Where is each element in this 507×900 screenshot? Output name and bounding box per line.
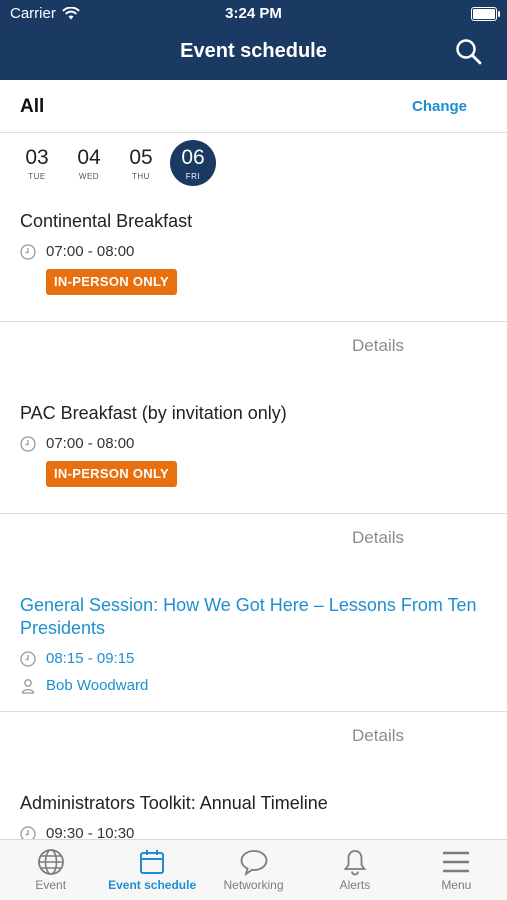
event-time-row: 09:30 - 10:30 (20, 825, 134, 840)
tab-alerts[interactable]: Alerts (304, 840, 405, 900)
event-time: 07:00 - 08:00 (46, 243, 135, 260)
status-bar: Carrier 3:24 PM (0, 5, 507, 25)
tab-event-schedule[interactable]: Event schedule (101, 840, 202, 900)
event-time: 08:15 - 09:15 (46, 650, 135, 667)
event-time-row: 07:00 - 08:00 (20, 435, 134, 452)
day-selector: 03 TUE 04 WED 05 THU 06 FRI (14, 140, 216, 188)
divider (0, 711, 507, 712)
day-number: 05 (129, 146, 153, 169)
tab-event[interactable]: Event (0, 840, 101, 900)
clock-icon (20, 243, 36, 260)
tab-label: Networking (223, 878, 284, 892)
day-tab[interactable]: 04 WED (66, 140, 112, 186)
day-tab[interactable]: 05 THU (118, 140, 164, 186)
globe-icon (37, 849, 64, 875)
event-title: Administrators Toolkit: Annual Timeline (20, 793, 328, 813)
chat-bubble-icon (240, 850, 267, 876)
search-button[interactable] (455, 38, 483, 66)
calendar-icon (140, 850, 165, 874)
speaker-name: Bob Woodward (46, 677, 149, 694)
tab-label: Event (35, 878, 67, 892)
schedule-item[interactable]: PAC Breakfast (by invitation only) 07:00… (0, 392, 507, 514)
status-time: 3:24 PM (225, 5, 282, 22)
battery-icon (471, 7, 500, 21)
clock-icon (20, 650, 36, 667)
bottom-tab-bar: Event Event schedule Networking Alerts M… (0, 839, 507, 900)
tab-label: Alerts (339, 878, 371, 892)
hamburger-menu-icon (443, 851, 470, 873)
event-time-row: 07:00 - 08:00 (20, 243, 134, 260)
day-of-week: WED (78, 172, 100, 181)
details-link[interactable]: Details (352, 726, 404, 746)
filter-label: All (20, 96, 45, 117)
search-icon (456, 39, 482, 65)
tab-networking[interactable]: Networking (203, 840, 304, 900)
in-person-badge: IN-PERSON ONLY (46, 461, 177, 487)
event-title: PAC Breakfast (by invitation only) (20, 403, 287, 423)
clock-icon (20, 435, 36, 452)
day-of-week: FRI (185, 172, 201, 181)
tab-label: Event schedule (108, 878, 197, 892)
event-time: 07:00 - 08:00 (46, 435, 135, 452)
person-icon (21, 678, 35, 694)
schedule-item[interactable]: Continental Breakfast 07:00 - 08:00 IN-P… (0, 200, 507, 322)
event-title: Continental Breakfast (20, 211, 193, 231)
bell-icon (343, 850, 367, 876)
tab-label: Menu (441, 878, 472, 892)
day-of-week: THU (132, 172, 150, 181)
event-time-row: 08:15 - 09:15 (20, 650, 134, 667)
event-title[interactable]: General Session: How We Got Here – Lesso… (20, 594, 495, 640)
filter-bar: All Change (0, 80, 507, 133)
change-filter-button[interactable]: Change (412, 98, 467, 115)
clock-icon (20, 825, 36, 840)
page-title: Event schedule (180, 40, 327, 62)
day-tab[interactable]: 03 TUE (14, 140, 60, 186)
schedule-item[interactable]: General Session: How We Got Here – Lesso… (0, 584, 507, 712)
day-number: 04 (77, 146, 101, 169)
in-person-badge: IN-PERSON ONLY (46, 269, 177, 295)
day-number: 03 (25, 146, 49, 169)
nav-header: Carrier 3:24 PM Event schedule (0, 0, 507, 80)
details-link[interactable]: Details (352, 336, 404, 356)
day-of-week: TUE (28, 172, 46, 181)
day-number: 06 (181, 146, 205, 169)
schedule-item[interactable]: Administrators Toolkit: Annual Timeline … (0, 782, 507, 840)
details-link[interactable]: Details (352, 528, 404, 548)
tab-menu[interactable]: Menu (406, 840, 507, 900)
day-tab-selected[interactable]: 06 FRI (170, 140, 216, 186)
event-speaker-row[interactable]: Bob Woodward (20, 677, 148, 694)
divider (0, 321, 507, 322)
divider (0, 513, 507, 514)
event-time: 09:30 - 10:30 (46, 825, 135, 840)
